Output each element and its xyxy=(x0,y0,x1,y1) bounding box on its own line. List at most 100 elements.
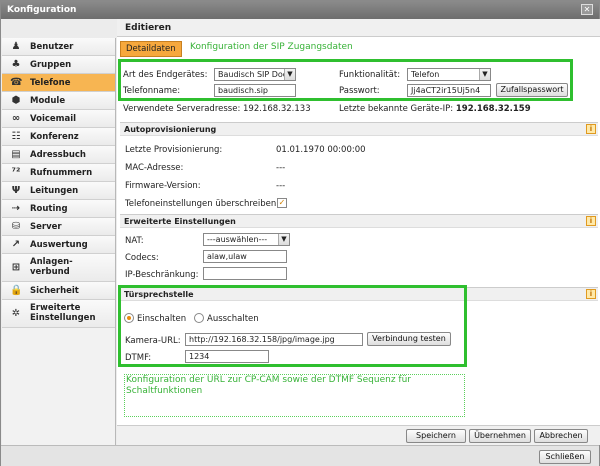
server-icon: ⛁ xyxy=(11,221,21,232)
conference-icon: ☷ xyxy=(11,131,21,142)
dtmf-input[interactable]: 1234 xyxy=(185,350,269,363)
main-content: Editieren Detaildaten Konfiguration der … xyxy=(117,19,600,445)
server-address-label: Verwendete Serveradresse: 192.168.32.133 xyxy=(123,104,311,114)
annotation-door: Konfiguration der URL zur CP-CAM sowie d… xyxy=(126,375,411,396)
chart-icon: ↗ xyxy=(11,239,21,250)
sidebar-item-network[interactable]: ⊞ Anlagen-verbund xyxy=(2,254,115,282)
sidebar-item-label: Anlagen-verbund xyxy=(30,257,73,277)
firmware-value: --- xyxy=(276,181,286,191)
telephone-icon: ☎ xyxy=(10,77,23,88)
sidebar-item-addressbook[interactable]: ▤ Adressbuch xyxy=(2,146,115,164)
tab-detaildaten[interactable]: Detaildaten xyxy=(120,41,182,57)
mac-label: MAC-Adresse: xyxy=(125,163,184,173)
sidebar-item-label: Adressbuch xyxy=(30,150,86,160)
dtmf-label: DTMF: xyxy=(125,353,152,363)
cancel-button[interactable]: Abbrechen xyxy=(534,429,588,443)
function-label: Funktionalität: xyxy=(339,70,401,80)
sidebar-item-label: Rufnummern xyxy=(30,168,93,178)
info-icon[interactable]: i xyxy=(586,289,596,299)
sidebar-item-label: Konferenz xyxy=(30,132,79,142)
off-label: Ausschalten xyxy=(207,314,259,324)
sidebar-item-label: Gruppen xyxy=(30,60,72,70)
advanced-icon: ✲ xyxy=(11,308,21,319)
sidebar-item-chart[interactable]: ↗ Auswertung xyxy=(2,236,115,254)
sidebar-item-numbers[interactable]: ⁷² Rufnummern xyxy=(2,164,115,182)
function-value: Telefon xyxy=(411,70,440,79)
overwrite-label: Telefoneinstellungen überschreiben: xyxy=(125,199,280,209)
close-icon[interactable]: ✕ xyxy=(581,4,593,15)
lines-icon: Ψ xyxy=(11,185,21,196)
overwrite-checkbox[interactable]: ✓ xyxy=(277,198,287,208)
network-icon: ⊞ xyxy=(11,262,21,273)
section-advanced: Erweiterte Einstellungen i xyxy=(120,214,598,228)
ip-restriction-input[interactable] xyxy=(203,267,287,280)
password-label: Passwort: xyxy=(339,86,380,96)
nat-label: NAT: xyxy=(125,236,144,246)
info-icon[interactable]: i xyxy=(586,124,596,134)
nat-select[interactable]: ---auswählen--- ▼ xyxy=(203,233,290,246)
server-address-value: 192.168.32.133 xyxy=(243,104,311,114)
phone-name-input[interactable]: baudisch.sip xyxy=(214,84,296,97)
nat-value: ---auswählen--- xyxy=(207,235,268,244)
radio-off[interactable] xyxy=(194,313,204,323)
apply-button[interactable]: Übernehmen xyxy=(469,429,531,443)
info-icon[interactable]: i xyxy=(586,216,596,226)
last-provisioning-label: Letzte Provisionierung: xyxy=(125,145,223,155)
numbers-icon: ⁷² xyxy=(11,167,21,178)
annotation-sip: Konfiguration der SIP Zugangsdaten xyxy=(190,42,353,52)
sidebar-nav: ♟ Benutzer ♣ Gruppen ☎ Telefone ⬢ Module ∞ Voicem… xyxy=(2,38,116,445)
person-icon: ♟ xyxy=(11,41,21,52)
page-title: Editieren xyxy=(117,19,600,37)
sidebar-item-label: Server xyxy=(30,222,62,232)
addressbook-icon: ▤ xyxy=(11,149,21,160)
camera-url-input[interactable]: http://192.168.32.158/jpg/image.jpg xyxy=(185,333,363,346)
sidebar-item-group[interactable]: ♣ Gruppen xyxy=(2,56,115,74)
sidebar-item-module[interactable]: ⬢ Module xyxy=(2,92,115,110)
on-label: Einschalten xyxy=(137,314,187,324)
sidebar-item-conference[interactable]: ☷ Konferenz xyxy=(2,128,115,146)
device-ip-label: Letzte bekannte Geräte-IP: 192.168.32.15… xyxy=(339,104,531,114)
sidebar-item-advanced[interactable]: ✲ Erweiterte Einstellungen xyxy=(2,300,115,328)
device-ip-value: 192.168.32.159 xyxy=(455,104,531,114)
firmware-label: Firmware-Version: xyxy=(125,181,201,191)
save-button[interactable]: Speichern xyxy=(406,429,466,443)
sidebar-item-lock[interactable]: 🔒 Sicherheit xyxy=(2,282,115,300)
radio-on[interactable] xyxy=(124,313,134,323)
lock-icon: 🔒 xyxy=(10,285,23,296)
window-title: Konfiguration xyxy=(7,5,77,15)
sidebar-item-label: Voicemail xyxy=(30,114,77,124)
chevron-down-icon: ▼ xyxy=(479,69,490,80)
sidebar-item-telephone[interactable]: ☎ Telefone xyxy=(2,74,115,92)
password-input[interactable]: Jj4aCT2ir15Uj5n4 xyxy=(407,84,491,97)
group-icon: ♣ xyxy=(11,59,21,70)
action-bar: Speichern Übernehmen Abbrechen xyxy=(117,425,600,445)
sidebar-item-server[interactable]: ⛁ Server xyxy=(2,218,115,236)
section-autoprov: Autoprovisionierung i xyxy=(120,122,598,136)
close-window-button[interactable]: Schließen xyxy=(539,450,591,464)
sidebar-item-label: Module xyxy=(30,96,66,106)
window-titlebar: Konfiguration ✕ xyxy=(1,1,599,19)
test-connection-button[interactable]: Verbindung testen xyxy=(367,332,451,346)
sidebar-item-person[interactable]: ♟ Benutzer xyxy=(2,38,115,56)
voicemail-icon: ∞ xyxy=(11,113,21,124)
module-icon: ⬢ xyxy=(11,95,21,106)
chevron-down-icon: ▼ xyxy=(284,69,295,80)
sidebar-item-routing[interactable]: ⇢ Routing xyxy=(2,200,115,218)
chevron-down-icon: ▼ xyxy=(278,234,289,245)
mac-value: --- xyxy=(276,163,286,173)
codecs-input[interactable]: alaw,ulaw xyxy=(203,250,287,263)
device-type-value: Baudisch SIP Doo xyxy=(218,70,288,79)
sidebar-item-label: Leitungen xyxy=(30,186,79,196)
camera-url-label: Kamera-URL: xyxy=(125,336,181,346)
random-password-button[interactable]: Zufallspasswort xyxy=(496,83,568,97)
sidebar-item-lines[interactable]: Ψ Leitungen xyxy=(2,182,115,200)
bottom-bar: Schließen xyxy=(1,445,599,466)
phone-name-label: Telefonname: xyxy=(123,86,181,96)
sidebar-item-label: Benutzer xyxy=(30,42,74,52)
sidebar-item-label: Routing xyxy=(30,204,68,214)
function-select[interactable]: Telefon ▼ xyxy=(407,68,491,81)
sidebar-item-label: Sicherheit xyxy=(30,286,79,296)
device-type-select[interactable]: Baudisch SIP Doo ▼ xyxy=(214,68,296,81)
sidebar-item-voicemail[interactable]: ∞ Voicemail xyxy=(2,110,115,128)
sidebar-item-label: Auswertung xyxy=(30,240,88,250)
